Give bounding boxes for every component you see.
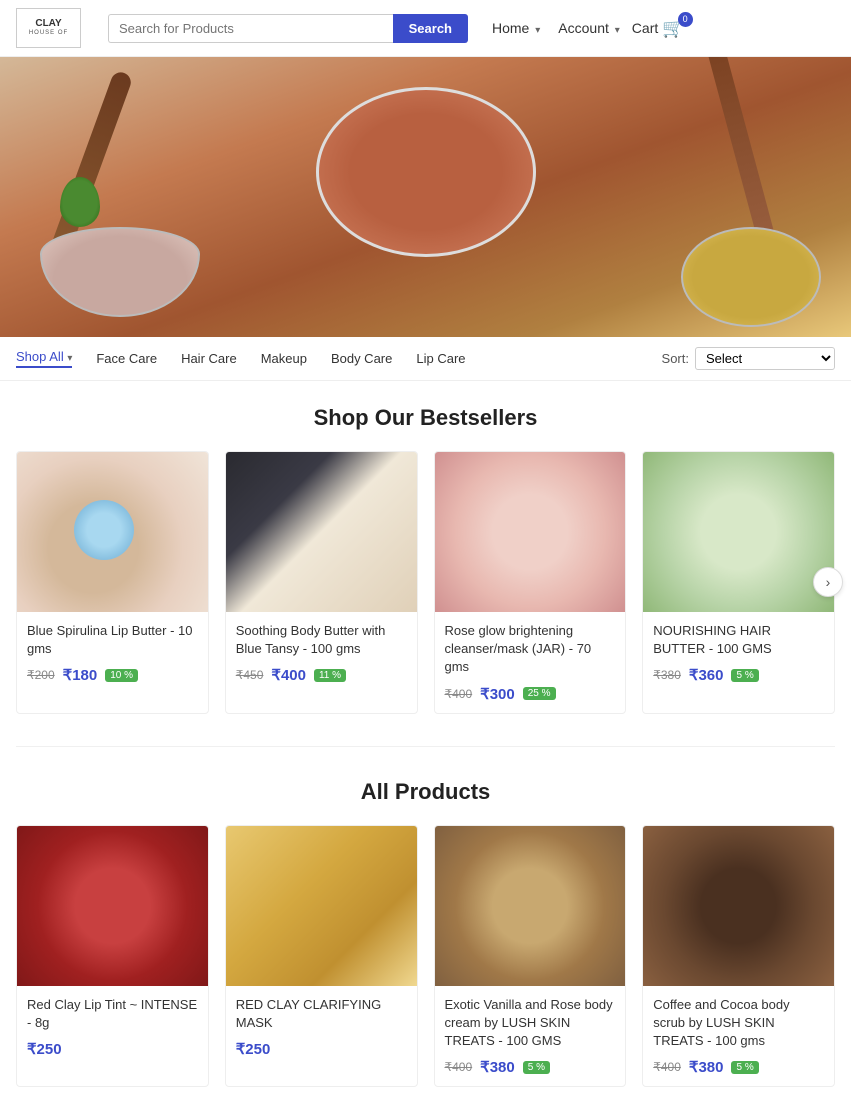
shop-all-chevron-icon: ▾ bbox=[67, 353, 72, 364]
bowl-left-decor bbox=[40, 227, 200, 317]
sale-price: ₹400 bbox=[271, 666, 306, 684]
bowl-right-decor bbox=[681, 227, 821, 327]
carousel-next-button[interactable]: › bbox=[813, 567, 843, 597]
product-image bbox=[17, 826, 208, 986]
all-products-title: All Products bbox=[16, 779, 835, 805]
original-price: ₹400 bbox=[653, 1060, 681, 1074]
sort-area: Sort: Select Price: Low to High Price: H… bbox=[662, 347, 835, 370]
bestsellers-section: Shop Our Bestsellers Blue Spirulina Lip … bbox=[0, 381, 851, 738]
discount-badge: 5 % bbox=[731, 1061, 758, 1074]
hero-banner bbox=[0, 57, 851, 337]
cart-count-badge: 0 bbox=[678, 12, 693, 27]
original-price: ₹400 bbox=[445, 687, 473, 701]
filter-makeup[interactable]: Makeup bbox=[261, 351, 307, 366]
sort-label: Sort: bbox=[662, 351, 689, 366]
product-image bbox=[17, 452, 208, 612]
product-image bbox=[435, 452, 626, 612]
original-price: ₹380 bbox=[653, 668, 681, 682]
product-card[interactable]: RED CLAY CLARIFYING MASK ₹250 bbox=[225, 825, 418, 1088]
sale-price: ₹250 bbox=[27, 1040, 62, 1058]
filter-hair-care[interactable]: Hair Care bbox=[181, 351, 237, 366]
sale-price: ₹380 bbox=[689, 1058, 724, 1076]
logo: CLAY HOUSE OF bbox=[16, 8, 81, 48]
cart-area[interactable]: Cart 🛒 0 bbox=[632, 18, 685, 39]
section-divider bbox=[16, 746, 835, 747]
bestsellers-carousel: Blue Spirulina Lip Butter - 10 gms ₹200 ₹1… bbox=[16, 451, 835, 714]
product-card[interactable]: Soothing Body Butter with Blue Tansy - 1… bbox=[225, 451, 418, 714]
bowl-center-decor bbox=[316, 87, 536, 257]
sale-price: ₹380 bbox=[480, 1058, 515, 1076]
product-card[interactable]: Exotic Vanilla and Rose body cream by LU… bbox=[434, 825, 627, 1088]
product-image bbox=[435, 826, 626, 986]
product-name: Rose glow brightening cleanser/mask (JAR… bbox=[445, 622, 616, 677]
main-header: CLAY HOUSE OF Search Home ▾ Account ▾ Ca… bbox=[0, 0, 851, 57]
search-input[interactable] bbox=[108, 14, 393, 43]
product-card[interactable]: Blue Spirulina Lip Butter - 10 gms ₹200 ₹1… bbox=[16, 451, 209, 714]
product-name: Red Clay Lip Tint ~ INTENSE - 8g bbox=[27, 996, 198, 1032]
discount-badge: 25 % bbox=[523, 687, 556, 700]
sale-price: ₹360 bbox=[689, 666, 724, 684]
sort-select[interactable]: Select Price: Low to High Price: High to… bbox=[695, 347, 835, 370]
product-image bbox=[226, 826, 417, 986]
filter-bar: Shop All ▾ Face Care Hair Care Makeup Bo… bbox=[0, 337, 851, 381]
discount-badge: 11 % bbox=[314, 669, 346, 682]
product-card[interactable]: Red Clay Lip Tint ~ INTENSE - 8g ₹250 bbox=[16, 825, 209, 1088]
product-name: Exotic Vanilla and Rose body cream by LU… bbox=[445, 996, 616, 1051]
hero-image bbox=[0, 57, 851, 337]
product-card[interactable]: Coffee and Cocoa body scrub by LUSH SKIN… bbox=[642, 825, 835, 1088]
product-name: Coffee and Cocoa body scrub by LUSH SKIN… bbox=[653, 996, 824, 1051]
account-chevron-icon: ▾ bbox=[615, 25, 620, 36]
logo-area[interactable]: CLAY HOUSE OF bbox=[16, 8, 96, 48]
filter-face-care[interactable]: Face Care bbox=[96, 351, 157, 366]
logo-text-sub: HOUSE OF bbox=[29, 30, 68, 37]
sale-price: ₹250 bbox=[236, 1040, 271, 1058]
filter-body-care[interactable]: Body Care bbox=[331, 351, 392, 366]
bestsellers-title: Shop Our Bestsellers bbox=[16, 405, 835, 431]
product-name: NOURISHING HAIR BUTTER - 100 GMS bbox=[653, 622, 824, 658]
cart-label: Cart bbox=[632, 20, 658, 36]
product-name: Soothing Body Butter with Blue Tansy - 1… bbox=[236, 622, 407, 658]
discount-badge: 5 % bbox=[523, 1061, 550, 1074]
search-area: Search bbox=[108, 14, 468, 43]
all-products-section: All Products Red Clay Lip Tint ~ INTENSE… bbox=[0, 755, 851, 1111]
filter-shop-all[interactable]: Shop All ▾ bbox=[16, 349, 72, 368]
home-chevron-icon: ▾ bbox=[535, 25, 540, 36]
original-price: ₹450 bbox=[236, 668, 264, 682]
sale-price: ₹180 bbox=[63, 666, 98, 684]
product-name: Blue Spirulina Lip Butter - 10 gms bbox=[27, 622, 198, 658]
product-image bbox=[643, 452, 834, 612]
logo-text-main: CLAY bbox=[35, 18, 61, 30]
product-card[interactable]: NOURISHING HAIR BUTTER - 100 GMS ₹380 ₹360… bbox=[642, 451, 835, 714]
product-image bbox=[643, 826, 834, 986]
cart-icon-wrap: 🛒 0 bbox=[662, 18, 684, 39]
spoon-right-decor bbox=[705, 57, 779, 256]
product-name: RED CLAY CLARIFYING MASK bbox=[236, 996, 407, 1032]
original-price: ₹200 bbox=[27, 668, 55, 682]
nav-account[interactable]: Account ▾ bbox=[558, 20, 620, 36]
main-nav: Home ▾ Account ▾ bbox=[492, 20, 620, 36]
original-price: ₹400 bbox=[445, 1060, 473, 1074]
search-button[interactable]: Search bbox=[393, 14, 468, 43]
sale-price: ₹300 bbox=[480, 685, 515, 703]
discount-badge: 5 % bbox=[731, 669, 758, 682]
product-card[interactable]: Rose glow brightening cleanser/mask (JAR… bbox=[434, 451, 627, 714]
filter-lip-care[interactable]: Lip Care bbox=[416, 351, 465, 366]
nav-home[interactable]: Home ▾ bbox=[492, 20, 540, 36]
discount-badge: 10 % bbox=[105, 669, 138, 682]
product-image bbox=[226, 452, 417, 612]
